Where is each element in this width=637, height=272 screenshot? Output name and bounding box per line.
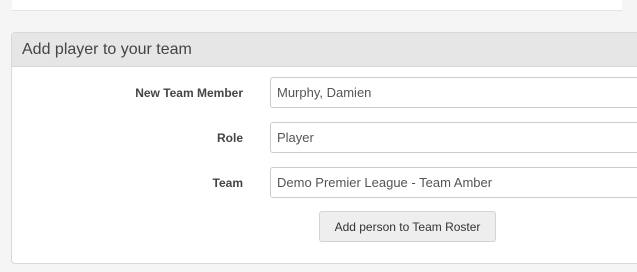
team-label: Team <box>212 175 243 190</box>
previous-card <box>12 0 622 11</box>
member-row: New Team Member Murphy, Damien <box>12 77 637 108</box>
role-label: Role <box>216 130 243 145</box>
team-field[interactable]: Demo Premier League - Team Amber <box>270 167 637 198</box>
team-row: Team Demo Premier League - Team Amber <box>12 167 637 198</box>
add-person-button[interactable]: Add person to Team Roster <box>319 211 496 242</box>
role-row: Role Player <box>12 122 637 153</box>
panel-title: Add player to your team <box>22 40 192 58</box>
panel-header: Add player to your team <box>12 33 637 67</box>
member-label: New Team Member <box>135 85 243 100</box>
new-team-member-field[interactable]: Murphy, Damien <box>270 77 637 108</box>
role-field[interactable]: Player <box>270 122 637 153</box>
add-player-panel: Add player to your team New Team Member … <box>11 32 637 264</box>
